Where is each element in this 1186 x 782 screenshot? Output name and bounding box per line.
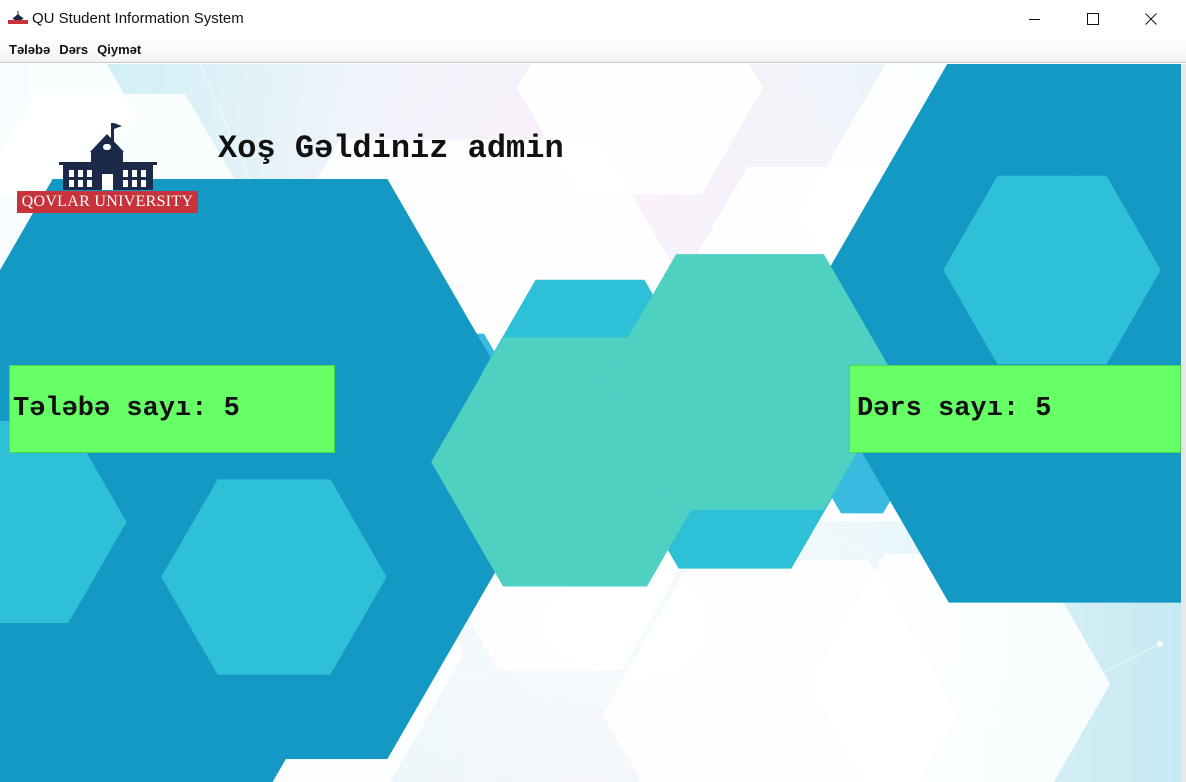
minimize-icon bbox=[1029, 13, 1041, 25]
close-icon bbox=[1145, 12, 1157, 25]
main-panel: QOVLAR UNIVERSITY Xoş Gəldiniz admin Təl… bbox=[0, 64, 1186, 782]
course-count-label: Dərs sayı: 5 bbox=[857, 394, 1052, 424]
window-titlebar: QU Student Information System bbox=[0, 0, 1186, 37]
student-count-label: Tələbə sayı: 5 bbox=[13, 394, 240, 424]
university-logo: QOVLAR UNIVERSITY bbox=[17, 122, 199, 214]
logo-text: QOVLAR UNIVERSITY bbox=[17, 191, 198, 213]
maximize-icon bbox=[1087, 12, 1099, 25]
window-title: QU Student Information System bbox=[32, 10, 244, 27]
app-logo-icon bbox=[8, 11, 28, 25]
university-building-icon bbox=[59, 123, 157, 190]
course-count-panel: Dərs sayı: 5 bbox=[849, 365, 1181, 453]
minimize-button[interactable] bbox=[1006, 0, 1064, 37]
student-count-panel: Tələbə sayı: 5 bbox=[9, 365, 335, 453]
window-right-edge bbox=[1181, 64, 1186, 782]
menu-bar: Tələbə Dərs Qiymət bbox=[0, 37, 1186, 63]
maximize-button[interactable] bbox=[1064, 0, 1122, 37]
menu-item-students[interactable]: Tələbə bbox=[9, 42, 50, 57]
close-button[interactable] bbox=[1122, 0, 1180, 37]
menu-item-grades[interactable]: Qiymət bbox=[97, 42, 141, 57]
menu-item-courses[interactable]: Dərs bbox=[59, 42, 88, 57]
welcome-heading: Xoş Gəldiniz admin bbox=[218, 130, 564, 167]
